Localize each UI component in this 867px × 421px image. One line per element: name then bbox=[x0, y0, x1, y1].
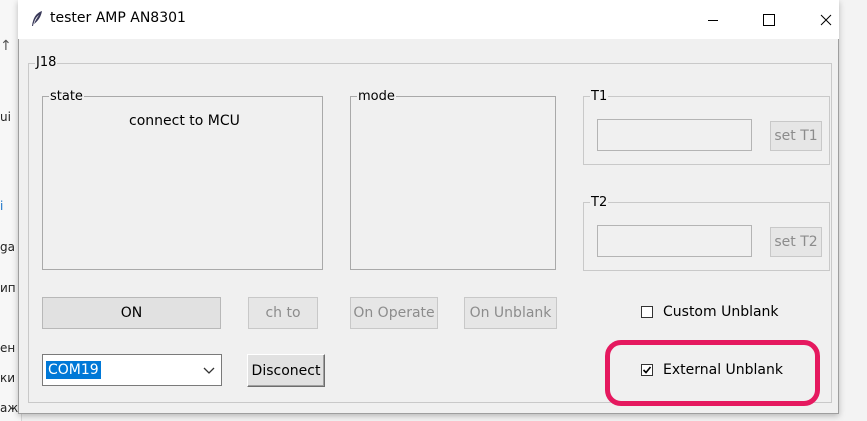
t1-group-label: T1 bbox=[590, 89, 609, 104]
mode-group-label: mode bbox=[357, 89, 396, 104]
custom-unblank-label: Custom Unblank bbox=[663, 304, 779, 320]
port-select-value: COM19 bbox=[46, 361, 101, 379]
t2-group-label: T2 bbox=[590, 195, 609, 210]
close-button[interactable] bbox=[803, 0, 849, 39]
state-group-label: state bbox=[49, 89, 84, 104]
background-text: ен bbox=[0, 341, 16, 355]
chevron-down-icon[interactable] bbox=[201, 362, 217, 378]
background-text: ui bbox=[0, 110, 11, 124]
custom-unblank-checkbox[interactable] bbox=[641, 306, 653, 318]
maximize-icon bbox=[763, 13, 775, 26]
t2-input[interactable] bbox=[597, 225, 752, 257]
on-operate-button[interactable]: On Operate bbox=[350, 297, 438, 329]
minimize-icon bbox=[707, 14, 719, 26]
background-text: ки bbox=[0, 371, 16, 385]
port-select[interactable]: COM19 bbox=[42, 354, 222, 386]
j18-group-label: J18 bbox=[35, 55, 58, 70]
feather-icon bbox=[30, 10, 44, 28]
background-text: ип bbox=[0, 281, 16, 295]
minimize-button[interactable] bbox=[690, 0, 736, 39]
state-text: connect to MCU bbox=[129, 113, 240, 129]
background-text: i bbox=[0, 199, 4, 213]
custom-unblank-checkbox-row[interactable]: Custom Unblank bbox=[641, 304, 779, 320]
set-t1-button[interactable]: set T1 bbox=[770, 121, 822, 151]
close-icon bbox=[820, 14, 832, 26]
maximize-button[interactable] bbox=[746, 0, 792, 39]
on-button[interactable]: ON bbox=[42, 297, 221, 329]
arrow-up-icon[interactable]: ↑ bbox=[0, 38, 12, 54]
highlight-annotation bbox=[605, 340, 820, 406]
t1-input[interactable] bbox=[597, 119, 752, 151]
on-unblank-button[interactable]: On Unblank bbox=[464, 297, 557, 329]
background-text: ga bbox=[0, 240, 15, 254]
background-text: аж bbox=[0, 401, 19, 415]
mode-group bbox=[350, 96, 556, 270]
window-title: tester AMP AN8301 bbox=[50, 10, 186, 26]
disconnect-button[interactable]: Disconect bbox=[247, 354, 325, 387]
ch-to-button[interactable]: ch to bbox=[248, 297, 318, 329]
set-t2-button[interactable]: set T2 bbox=[770, 227, 822, 257]
